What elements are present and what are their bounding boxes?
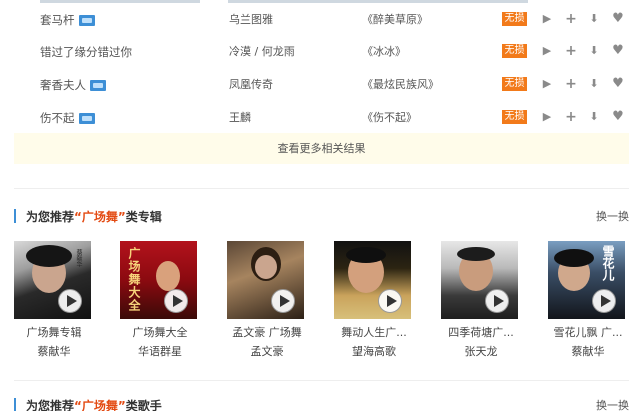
song-title[interactable]: 套马杆 xyxy=(40,12,95,28)
lossless-badge: 无损 xyxy=(502,12,527,26)
singer-section-title: 为您推荐“广场舞”类歌手 xyxy=(26,399,162,411)
heart-icon[interactable]: ♥ xyxy=(611,44,625,58)
heart-icon[interactable]: ♥ xyxy=(611,12,625,26)
song-artist[interactable]: 冷漠 / 何龙雨 xyxy=(229,43,295,59)
song-album[interactable]: 《最炫民族风》 xyxy=(362,76,439,92)
heart-icon[interactable]: ♥ xyxy=(611,110,625,124)
download-icon[interactable]: ⬇ xyxy=(587,12,601,26)
album-section-header: 为您推荐“广场舞”类专辑 换一换 xyxy=(14,207,629,225)
album-card[interactable]: 蔡献华 广场舞专辑 蔡献华 xyxy=(14,241,100,358)
album-title[interactable]: 广场舞专辑 xyxy=(4,324,104,340)
album-cover[interactable]: 雪花儿 xyxy=(548,241,625,319)
album-title[interactable]: 舞动人生广... xyxy=(324,324,424,340)
mv-icon[interactable] xyxy=(90,79,106,91)
more-results-link[interactable]: 查看更多相关结果 xyxy=(14,133,629,164)
album-artist[interactable]: 蔡献华 xyxy=(4,343,104,359)
album-cover[interactable] xyxy=(227,241,304,319)
refresh-albums-button[interactable]: 换一换 xyxy=(596,208,629,224)
play-icon[interactable]: ▶ xyxy=(540,110,554,124)
play-album-button[interactable] xyxy=(164,289,188,313)
recommended-albums: 蔡献华 广场舞专辑 蔡献华 广场舞大全 广场舞大全 华语群星 孟文豪 广场舞 孟… xyxy=(0,241,639,361)
play-album-button[interactable] xyxy=(271,289,295,313)
play-album-button[interactable] xyxy=(378,289,402,313)
song-title-text[interactable]: 套马杆 xyxy=(40,12,75,28)
play-icon[interactable]: ▶ xyxy=(540,44,554,58)
song-album[interactable]: 《醉美草原》 xyxy=(362,11,428,27)
mv-icon[interactable] xyxy=(78,14,95,26)
play-icon[interactable]: ▶ xyxy=(540,77,554,91)
album-cover[interactable] xyxy=(334,241,411,319)
add-icon[interactable]: + xyxy=(564,77,578,91)
cover-text: 蔡献华 xyxy=(75,249,82,267)
album-title[interactable]: 孟文豪 广场舞 xyxy=(217,324,317,340)
lossless-badge: 无损 xyxy=(502,44,527,58)
album-title[interactable]: 雪花儿飘 广... xyxy=(538,324,638,340)
top-tab-strip xyxy=(0,0,639,3)
song-artist[interactable]: 王麟 xyxy=(229,109,251,125)
song-title-text[interactable]: 奢香夫人 xyxy=(40,77,86,93)
album-artist[interactable]: 张天龙 xyxy=(431,343,531,359)
refresh-singers-button[interactable]: 换一换 xyxy=(596,397,629,411)
album-cover[interactable]: 蔡献华 xyxy=(14,241,91,319)
play-icon[interactable]: ▶ xyxy=(540,12,554,26)
singer-section-header: 为您推荐“广场舞”类歌手 换一换 xyxy=(14,396,629,411)
section-marker xyxy=(14,209,16,223)
download-icon[interactable]: ⬇ xyxy=(587,44,601,58)
song-title[interactable]: 伤不起 xyxy=(40,110,95,126)
lossless-badge: 无损 xyxy=(502,110,527,124)
album-section-title: 为您推荐“广场舞”类专辑 xyxy=(26,210,162,224)
album-artist[interactable]: 望海高歌 xyxy=(324,343,424,359)
song-album[interactable]: 《伤不起》 xyxy=(362,109,417,125)
song-row[interactable]: 伤不起 王麟 《伤不起》 无损 ▶ + ⬇ ♥ xyxy=(0,102,639,134)
album-title[interactable]: 广场舞大全 xyxy=(110,324,210,340)
album-card[interactable]: 孟文豪 广场舞 孟文豪 xyxy=(227,241,313,358)
section-marker xyxy=(14,398,16,411)
download-icon[interactable]: ⬇ xyxy=(587,77,601,91)
album-cover[interactable]: 广场舞大全 xyxy=(120,241,197,319)
album-artist[interactable]: 华语群星 xyxy=(110,343,210,359)
song-row[interactable]: 错过了缘分错过你 冷漠 / 何龙雨 《冰冰》 无损 ▶ + ⬇ ♥ xyxy=(0,36,639,68)
album-artist[interactable]: 孟文豪 xyxy=(217,343,317,359)
album-artist[interactable]: 蔡献华 xyxy=(538,343,638,359)
add-icon[interactable]: + xyxy=(564,110,578,124)
song-row[interactable]: 奢香夫人 凤凰传奇 《最炫民族风》 无损 ▶ + ⬇ ♥ xyxy=(0,69,639,101)
section-divider xyxy=(14,188,629,189)
song-title[interactable]: 奢香夫人 xyxy=(40,77,106,93)
album-title[interactable]: 四季荷塘广... xyxy=(431,324,531,340)
play-album-button[interactable] xyxy=(592,289,616,313)
tab-edge-left xyxy=(40,0,200,3)
lossless-badge: 无损 xyxy=(502,77,527,91)
album-card[interactable]: 雪花儿 雪花儿飘 广... 蔡献华 xyxy=(548,241,634,358)
song-artist[interactable]: 乌兰图雅 xyxy=(229,11,273,27)
download-icon[interactable]: ⬇ xyxy=(587,110,601,124)
add-icon[interactable]: + xyxy=(564,44,578,58)
song-title[interactable]: 错过了缘分错过你 xyxy=(40,44,132,60)
section-divider xyxy=(14,380,629,381)
heart-icon[interactable]: ♥ xyxy=(611,77,625,91)
play-album-button[interactable] xyxy=(485,289,509,313)
song-title-text[interactable]: 伤不起 xyxy=(40,110,75,126)
song-row[interactable]: 套马杆 乌兰图雅 《醉美草原》 无损 ▶ + ⬇ ♥ xyxy=(0,4,639,36)
album-card[interactable]: 舞动人生广... 望海高歌 xyxy=(334,241,420,358)
tab-edge-right xyxy=(228,0,528,3)
album-cover[interactable] xyxy=(441,241,518,319)
cover-text: 雪花儿 xyxy=(601,245,615,281)
add-icon[interactable]: + xyxy=(564,12,578,26)
play-album-button[interactable] xyxy=(58,289,82,313)
cover-text: 广场舞大全 xyxy=(127,247,141,312)
song-album[interactable]: 《冰冰》 xyxy=(362,43,406,59)
song-artist[interactable]: 凤凰传奇 xyxy=(229,76,273,92)
mv-icon[interactable] xyxy=(78,112,95,124)
album-card[interactable]: 广场舞大全 广场舞大全 华语群星 xyxy=(120,241,206,358)
album-card[interactable]: 四季荷塘广... 张天龙 xyxy=(441,241,527,358)
song-title-text[interactable]: 错过了缘分错过你 xyxy=(40,44,132,60)
